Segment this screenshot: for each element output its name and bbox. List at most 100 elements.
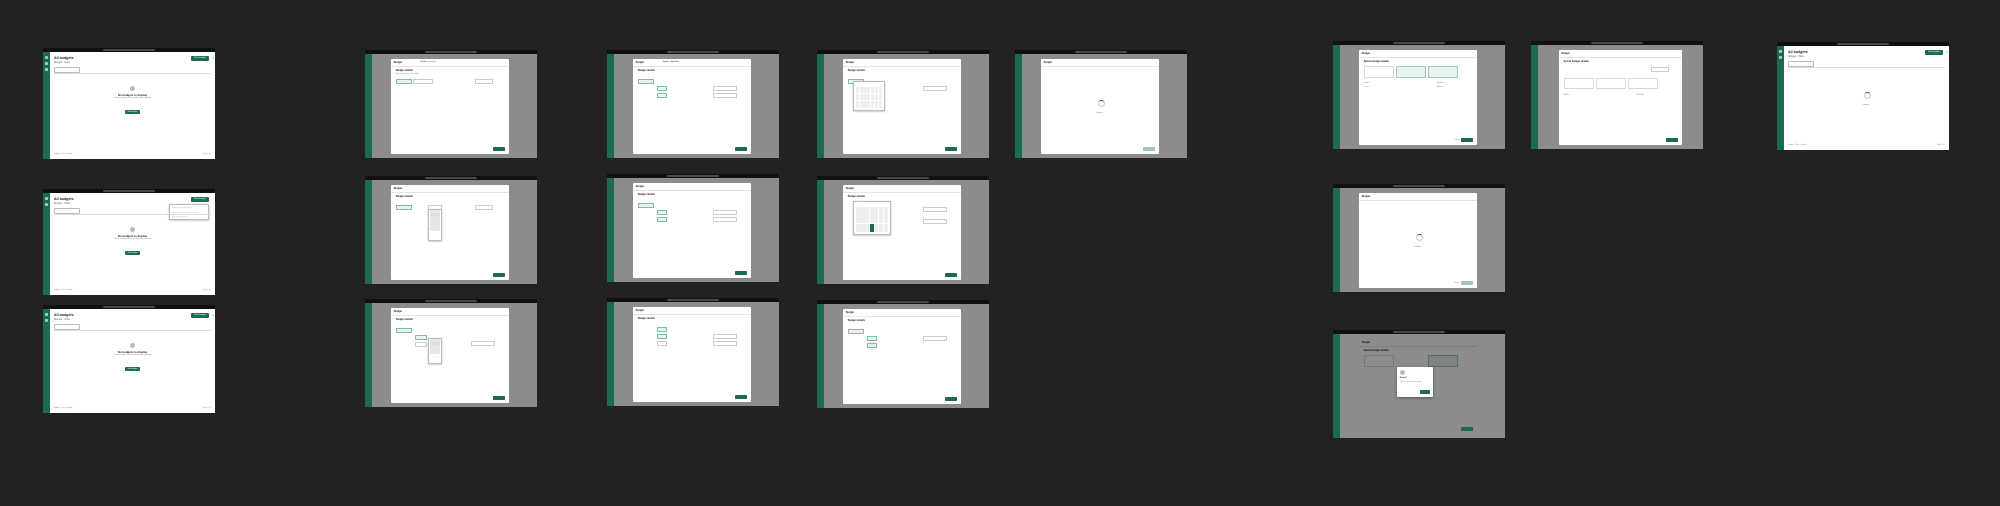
url-bar[interactable] [1393,42,1445,44]
url-bar[interactable] [103,49,155,51]
next-button[interactable] [735,146,748,151]
calendar-day[interactable] [874,86,878,94]
empty-new-button[interactable]: New budget [124,110,141,114]
calendar-day[interactable] [865,215,870,224]
create-button[interactable] [1461,137,1474,142]
url-bar[interactable] [103,306,155,308]
calendar-day[interactable] [874,215,879,224]
step-schedule[interactable]: Schedule [428,61,436,63]
create-button-disabled[interactable] [1461,280,1474,285]
amount-field[interactable] [474,204,493,210]
new-budget-button[interactable]: New budget [191,313,209,318]
calendar-day[interactable] [879,215,884,224]
save-button[interactable] [1666,137,1679,142]
owner-field[interactable] [712,85,737,91]
amount-field[interactable] [712,340,737,346]
calendar-day[interactable] [863,93,867,101]
calendar-day[interactable] [859,86,863,94]
nav-icon[interactable] [1779,56,1782,59]
url-bar[interactable] [425,300,477,302]
nav-icon[interactable] [1779,50,1782,53]
type-field[interactable] [395,327,412,333]
url-bar[interactable] [425,177,477,179]
menu-item[interactable] [172,216,188,218]
close-icon[interactable]: × [212,313,214,317]
menu-item[interactable] [172,207,192,209]
dropdown-option[interactable] [429,351,440,354]
calendar-day[interactable] [879,206,884,215]
close-icon[interactable]: × [1946,50,1948,54]
calendar-day[interactable] [874,223,879,232]
confirm-button[interactable] [1419,390,1430,394]
empty-new-button[interactable]: New budget [124,367,141,371]
nav-icon[interactable] [45,56,48,59]
owner-field[interactable] [922,335,947,341]
type-field[interactable] [637,202,654,208]
nav-icon[interactable] [45,319,48,322]
calendar-day[interactable] [860,206,865,215]
next-button-disabled[interactable] [1143,146,1156,151]
nav-icon[interactable] [45,62,48,65]
nav-icon[interactable] [45,197,48,200]
url-bar[interactable] [877,301,929,303]
start-field[interactable] [866,342,877,348]
calendar-day[interactable] [860,223,865,232]
period-field[interactable] [414,334,427,340]
period-field[interactable] [866,335,877,341]
calendar-day[interactable] [874,206,879,215]
amount-field[interactable] [470,340,495,346]
calendar-day[interactable] [867,93,871,101]
calendar-day[interactable] [865,206,870,215]
next-button[interactable] [735,270,748,275]
calendar-day[interactable] [878,86,882,94]
url-bar[interactable] [667,175,719,177]
calendar-day[interactable] [878,93,882,101]
calendar-day[interactable] [855,223,860,232]
new-budget-button[interactable]: New budget [191,56,209,61]
calendar-day[interactable] [855,86,859,94]
url-bar[interactable] [425,51,477,53]
period-field[interactable] [656,85,667,91]
url-bar[interactable] [103,190,155,192]
name-field[interactable] [412,78,433,84]
period-field[interactable] [656,209,667,215]
url-bar[interactable] [667,299,719,301]
next-button[interactable] [735,394,748,399]
owner-field[interactable] [712,209,737,215]
type-field[interactable] [637,78,654,84]
calendar-day[interactable] [867,101,871,108]
calendar-day[interactable] [869,206,874,215]
nav-icon[interactable] [45,203,48,206]
calendar-day[interactable] [869,215,874,224]
create-button[interactable] [1461,426,1474,431]
calendar-day[interactable] [855,93,859,101]
step-details[interactable]: Details [421,61,427,63]
type-field[interactable] [395,78,412,84]
amount-field[interactable] [712,216,737,222]
url-bar[interactable] [667,51,719,53]
new-budget-button[interactable]: New budget [1925,50,1943,55]
url-bar[interactable] [1075,51,1127,53]
next-button[interactable] [493,146,506,151]
owner-field[interactable] [922,85,947,91]
calendar-day[interactable] [865,223,870,232]
next-button[interactable] [493,395,506,400]
calendar-day[interactable] [874,101,878,108]
calendar-day[interactable] [859,101,863,108]
calendar-day[interactable] [870,86,875,94]
url-bar[interactable] [877,51,929,53]
cancel-button[interactable]: Cancel [1454,139,1459,141]
calendar-day[interactable] [883,215,888,224]
calendar-day[interactable] [855,101,859,108]
url-bar[interactable] [1591,42,1643,44]
calendar-day[interactable] [870,101,875,108]
period-field[interactable] [656,326,667,332]
owner-field[interactable] [922,206,947,212]
start-field[interactable] [414,341,427,347]
calendar-day[interactable] [879,223,884,232]
close-icon[interactable]: × [212,56,214,60]
step-schedule[interactable]: Schedule [670,61,678,63]
amount-field[interactable] [712,92,737,98]
nav-icon[interactable] [45,68,48,71]
calendar-day[interactable] [855,206,860,215]
